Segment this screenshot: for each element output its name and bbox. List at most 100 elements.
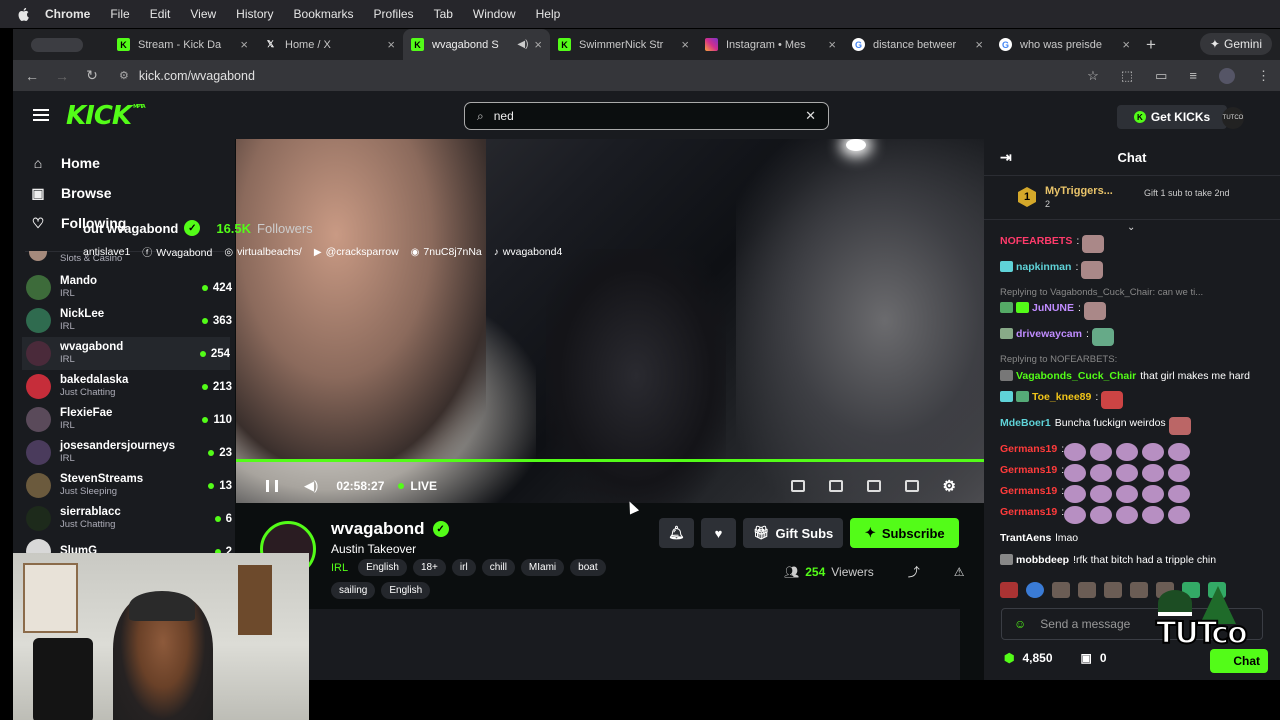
menu-edit[interactable]: Edit <box>150 7 171 21</box>
tab-stream-kick[interactable]: K Stream - Kick Da × <box>109 29 256 60</box>
chat-username[interactable]: Vagabonds_Cuck_Chair <box>1016 370 1136 384</box>
url-field[interactable]: ⚙ kick.com/wvagabond <box>111 64 255 88</box>
follow-heart-button[interactable]: ♥ <box>701 518 736 548</box>
extensions-icon[interactable]: ⬚ <box>1121 68 1133 84</box>
menu-help[interactable]: Help <box>536 7 561 21</box>
close-icon[interactable]: × <box>681 37 689 52</box>
cast-icon[interactable]: ▭ <box>1155 68 1167 84</box>
theater-mode-icon[interactable] <box>866 480 881 492</box>
sidebar-channel[interactable]: Mando IRL 424 <box>26 271 232 304</box>
close-icon[interactable]: × <box>534 37 542 52</box>
sidebar-item-browse[interactable]: ▣ Browse <box>13 178 235 208</box>
notification-bell-button[interactable]: 🔔︎ <box>659 518 694 548</box>
clip-icon[interactable] <box>828 480 843 492</box>
menu-tab[interactable]: Tab <box>434 7 453 21</box>
sidebar-item-home[interactable]: ⌂ Home <box>13 148 235 178</box>
channel-title[interactable]: wvagabond ✓ <box>331 519 449 539</box>
sidebar-channel-selected[interactable]: wvagabond IRL 254 <box>22 337 230 370</box>
menu-history[interactable]: History <box>236 7 273 21</box>
search-input[interactable]: ⌕ ned ✕ <box>464 102 829 130</box>
reload-icon[interactable]: ↻ <box>77 67 107 84</box>
speaker-icon[interactable]: ◀) <box>517 39 528 50</box>
apple-icon[interactable] <box>17 7 31 21</box>
forward-arrow-icon[interactable]: → <box>47 68 77 84</box>
tab-google-president[interactable]: G who was preisde × <box>991 29 1138 60</box>
video-player[interactable]: ◀) 02:58:27 LIVE ⚙ <box>236 139 984 503</box>
gift-leaderboard[interactable]: 1 MyTriggers... 2 Gift 1 sub to take 2nd… <box>984 175 1280 233</box>
back-arrow-icon[interactable]: ← <box>17 68 47 84</box>
chat-username[interactable]: Germans19 <box>1000 485 1057 499</box>
share-icon[interactable]: ⤴ <box>908 563 920 580</box>
menu-view[interactable]: View <box>190 7 216 21</box>
gemini-button[interactable]: ✦ Gemini <box>1199 33 1272 55</box>
tag-chip[interactable]: English <box>358 559 407 576</box>
miniplayer-icon[interactable] <box>790 480 805 492</box>
tag-chip[interactable]: English <box>381 582 431 599</box>
tag-chip[interactable]: boat <box>570 559 606 576</box>
social-link[interactable]: ⓕ Wvagabond <box>142 244 212 259</box>
expand-pinned-icon[interactable]: ⌄ <box>1127 222 1135 233</box>
sidebar-channel[interactable]: bakedalaska Just Chatting 213 <box>26 370 232 403</box>
social-link[interactable]: ◉ 7nuC8j7nNa <box>411 246 482 258</box>
live-badge[interactable]: LIVE <box>398 479 437 493</box>
tab-swimmernick[interactable]: K SwimmerNick Str × <box>550 29 697 60</box>
tag-chip[interactable]: 18+ <box>412 559 446 576</box>
tab-wvagabond[interactable]: K wvagabond S ◀) × <box>403 29 550 60</box>
close-icon[interactable]: × <box>975 37 983 52</box>
report-warning-icon[interactable]: ⚠ <box>954 565 965 579</box>
gear-icon[interactable]: ⚙ <box>943 477 956 495</box>
chat-username[interactable]: Germans19 <box>1000 443 1057 457</box>
tag-chip[interactable]: chill <box>481 559 515 576</box>
tab-group-pill[interactable] <box>31 37 83 52</box>
emote-icon[interactable] <box>1052 582 1070 598</box>
close-icon[interactable]: × <box>240 37 248 52</box>
close-icon[interactable]: × <box>387 37 395 52</box>
get-kicks-button[interactable]: K Get KICKs <box>1117 105 1227 129</box>
pause-icon[interactable] <box>266 480 278 492</box>
playback-progress-bar[interactable] <box>236 459 984 462</box>
close-icon[interactable]: × <box>828 37 836 52</box>
emote-icon[interactable] <box>1000 582 1018 598</box>
tab-instagram[interactable]: Instagram • Mes × <box>697 29 844 60</box>
social-link[interactable]: antislave1 <box>83 246 130 258</box>
gift-subs-button[interactable]: 🎁︎ Gift Subs <box>743 518 844 548</box>
fullscreen-icon[interactable] <box>904 480 919 492</box>
chat-username[interactable]: drivewaycam <box>1016 328 1082 342</box>
tag-chip[interactable]: sailing <box>331 582 376 599</box>
chat-username[interactable]: TrantAens <box>1000 532 1051 546</box>
menu-bookmarks[interactable]: Bookmarks <box>294 7 354 21</box>
sidebar-channel[interactable]: FlexieFae IRL 110 <box>26 403 232 436</box>
menu-profiles[interactable]: Profiles <box>374 7 414 21</box>
chat-username[interactable]: mobbdeep <box>1016 554 1069 568</box>
bookmark-star-icon[interactable]: ☆ <box>1087 68 1099 84</box>
site-info-icon[interactable]: ⚙ <box>119 69 129 82</box>
chat-username[interactable]: Toe_knee89 <box>1032 391 1091 405</box>
chat-username[interactable]: JuNUNE <box>1032 302 1074 316</box>
menu-window[interactable]: Window <box>473 7 516 21</box>
sidebar-channel[interactable]: NickLee IRL 363 <box>26 304 232 337</box>
more-menu-icon[interactable]: ⋮ <box>1257 68 1270 84</box>
emote-icon[interactable] <box>1130 582 1148 598</box>
new-tab-plus-icon[interactable]: + <box>1146 35 1156 55</box>
sidebar-channel[interactable]: josesandersjourneys IRL 23 <box>26 436 232 469</box>
emote-icon[interactable] <box>1078 582 1096 598</box>
tag-chip[interactable]: MIami <box>520 559 565 576</box>
chat-username[interactable]: Germans19 <box>1000 506 1057 520</box>
social-link[interactable]: ▶ @cracksparrow <box>314 246 399 258</box>
tab-home-x[interactable]: 𝕏 Home / X × <box>256 29 403 60</box>
chat-username[interactable]: Germans19 <box>1000 464 1057 478</box>
sidebar-channel[interactable]: StevenStreams Just Sleeping 13 <box>26 469 232 502</box>
tag-chip[interactable]: irl <box>451 559 476 576</box>
profile-avatar[interactable] <box>1219 67 1235 84</box>
tab-google-distance[interactable]: G distance betweer × <box>844 29 991 60</box>
hamburger-menu-icon[interactable] <box>33 109 49 121</box>
collapse-chat-icon[interactable]: ⇥ <box>1000 149 1012 166</box>
close-icon[interactable]: × <box>1122 37 1130 52</box>
menu-app-name[interactable]: Chrome <box>45 7 90 21</box>
globe-icon[interactable] <box>1026 582 1044 598</box>
subscribe-button[interactable]: ✦ Subscribe <box>850 518 960 548</box>
emote-icon[interactable] <box>1104 582 1122 598</box>
chat-username[interactable]: NOFEARBETS <box>1000 235 1072 249</box>
volume-icon[interactable]: ◀) <box>304 478 318 494</box>
stream-category-link[interactable]: IRL <box>331 562 348 574</box>
